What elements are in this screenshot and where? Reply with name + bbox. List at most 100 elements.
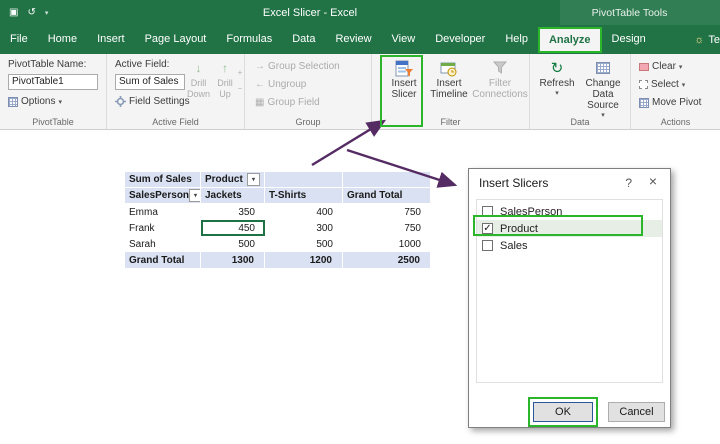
- select-button[interactable]: Select ▾: [639, 79, 685, 90]
- options-button[interactable]: Options ▾: [8, 96, 62, 107]
- select-label: Select: [651, 79, 679, 90]
- group-selection-button[interactable]: → Group Selection: [255, 61, 340, 72]
- ribbon-tab-bar: File Home Insert Page Layout Formulas Da…: [0, 25, 720, 54]
- change-data-source-button[interactable]: Change Data Source ▾: [578, 58, 628, 119]
- field-row-salesperson[interactable]: SalesPerson: [477, 203, 662, 220]
- salesperson-checkbox-label: SalesPerson: [500, 206, 562, 218]
- product-checkbox[interactable]: ✓: [482, 223, 493, 234]
- pivot-header-grand-total[interactable]: Grand Total: [343, 188, 431, 204]
- clear-label: Clear: [652, 61, 676, 72]
- pivot-total-label[interactable]: Grand Total: [125, 252, 201, 268]
- quick-access-toolbar: ▣ ↺ ▾: [9, 7, 48, 18]
- group-field-button[interactable]: ▦ Group Field: [255, 97, 320, 108]
- pivot-cell-empty[interactable]: [265, 172, 343, 188]
- tab-review[interactable]: Review: [325, 25, 381, 54]
- window-title: Excel Slicer - Excel: [200, 7, 420, 19]
- tab-analyze-active[interactable]: Analyze: [538, 27, 602, 53]
- select-chevron-icon: ▾: [682, 81, 686, 89]
- pivot-total-cell[interactable]: 1300: [201, 252, 265, 268]
- tab-design[interactable]: Design: [602, 25, 656, 54]
- insert-slicer-label: Insert Slicer: [385, 78, 423, 100]
- tab-developer[interactable]: Developer: [425, 25, 495, 54]
- dialog-close-icon[interactable]: ×: [649, 173, 657, 189]
- pivot-cell[interactable]: 300: [265, 220, 343, 236]
- refresh-button[interactable]: ↻ Refresh ▾: [538, 58, 576, 97]
- salesperson-checkbox[interactable]: [482, 206, 493, 217]
- ungroup-icon: ←: [255, 79, 265, 90]
- pivot-active-cell[interactable]: 450: [201, 220, 265, 236]
- pivot-cell[interactable]: 350: [201, 204, 265, 220]
- tab-view[interactable]: View: [382, 25, 426, 54]
- pivot-cell[interactable]: 750: [343, 204, 431, 220]
- expand-field-button[interactable]: +: [235, 68, 245, 77]
- filter-connections-button[interactable]: Filter Connections: [473, 58, 527, 100]
- ungroup-button[interactable]: ← Ungroup: [255, 79, 306, 90]
- collapse-field-button[interactable]: −: [235, 84, 245, 93]
- tab-data[interactable]: Data: [282, 25, 325, 54]
- select-icon: [639, 80, 648, 89]
- undo-icon[interactable]: ↺: [27, 7, 35, 18]
- tab-page-layout[interactable]: Page Layout: [135, 25, 217, 54]
- ribbon: PivotTable Name: PivotTable1 Options ▾ P…: [0, 54, 720, 130]
- tab-help[interactable]: Help: [495, 25, 538, 54]
- move-pivottable-label: Move Pivot: [652, 97, 701, 108]
- pivot-cell-empty[interactable]: [343, 172, 431, 188]
- customize-quick-access-icon[interactable]: ▾: [45, 9, 49, 17]
- pivot-cell[interactable]: 400: [265, 204, 343, 220]
- field-row-product[interactable]: ✓ Product: [477, 220, 662, 237]
- tab-file[interactable]: File: [0, 25, 38, 54]
- pivot-cell[interactable]: 500: [265, 236, 343, 252]
- group-label-filter: Filter: [372, 117, 529, 127]
- drill-down-label: Drill Down: [185, 78, 212, 100]
- pivot-cell-sarah[interactable]: Sarah: [125, 236, 201, 252]
- salesperson-filter-dropdown-icon[interactable]: ▾: [189, 189, 201, 202]
- pivot-header-salesperson[interactable]: SalesPerson ▾: [125, 188, 201, 204]
- pivot-total-cell[interactable]: 2500: [343, 252, 431, 268]
- pivot-cell[interactable]: 750: [343, 220, 431, 236]
- active-field-input[interactable]: Sum of Sales: [115, 74, 185, 90]
- group-label-pivottable: PivotTable: [0, 117, 106, 127]
- field-settings-label: Field Settings: [129, 96, 190, 107]
- group-selection-icon: →: [255, 61, 265, 72]
- pivot-header-tshirts[interactable]: T-Shirts: [265, 188, 343, 204]
- insert-timeline-button[interactable]: Insert Timeline: [427, 58, 471, 100]
- ungroup-label: Ungroup: [268, 79, 306, 90]
- pivot-cell[interactable]: 500: [201, 236, 265, 252]
- drill-down-button[interactable]: ↓ Drill Down: [185, 58, 212, 100]
- move-pivottable-icon: [639, 98, 649, 108]
- dialog-help-icon[interactable]: ?: [625, 176, 632, 190]
- change-data-source-icon: [596, 62, 610, 74]
- options-icon: [8, 97, 18, 107]
- lightbulb-icon: ☼: [694, 34, 704, 46]
- cancel-button[interactable]: Cancel: [608, 402, 665, 422]
- clear-chevron-icon: ▾: [679, 63, 683, 71]
- insert-slicers-dialog: Insert Slicers ? × SalesPerson ✓ Product…: [468, 168, 671, 428]
- group-label-data: Data: [530, 117, 630, 127]
- field-settings-button[interactable]: Field Settings: [115, 96, 190, 107]
- ok-button[interactable]: OK: [533, 402, 593, 422]
- drill-up-button[interactable]: ↑ Drill Up: [213, 58, 237, 100]
- clear-button[interactable]: Clear ▾: [639, 61, 682, 72]
- group-filter: Insert Slicer Insert Timeline Filter Con…: [372, 54, 530, 129]
- tab-insert[interactable]: Insert: [87, 25, 135, 54]
- tell-me-box[interactable]: ☼ Te: [694, 34, 720, 46]
- pivot-cell-emma[interactable]: Emma: [125, 204, 201, 220]
- options-label: Options: [21, 96, 55, 107]
- sales-checkbox[interactable]: [482, 240, 493, 251]
- field-row-sales[interactable]: Sales: [477, 237, 662, 254]
- save-icon[interactable]: ▣: [9, 7, 18, 18]
- pivottable-name-input[interactable]: PivotTable1: [8, 74, 98, 90]
- pivot-cell[interactable]: 1000: [343, 236, 431, 252]
- clear-icon: [639, 63, 649, 71]
- move-pivottable-button[interactable]: Move Pivot: [639, 97, 719, 108]
- pivot-total-cell[interactable]: 1200: [265, 252, 343, 268]
- pivot-cell-sum-of-sales[interactable]: Sum of Sales: [125, 172, 201, 188]
- product-filter-dropdown-icon[interactable]: ▾: [247, 173, 260, 186]
- tab-home[interactable]: Home: [38, 25, 87, 54]
- insert-slicer-button[interactable]: Insert Slicer: [385, 58, 423, 100]
- tab-formulas[interactable]: Formulas: [216, 25, 282, 54]
- pivot-cell-frank[interactable]: Frank: [125, 220, 201, 236]
- pivot-cell-product[interactable]: Product ▾: [201, 172, 265, 188]
- tell-me-label: Te: [708, 34, 720, 46]
- pivot-header-jackets[interactable]: Jackets: [201, 188, 265, 204]
